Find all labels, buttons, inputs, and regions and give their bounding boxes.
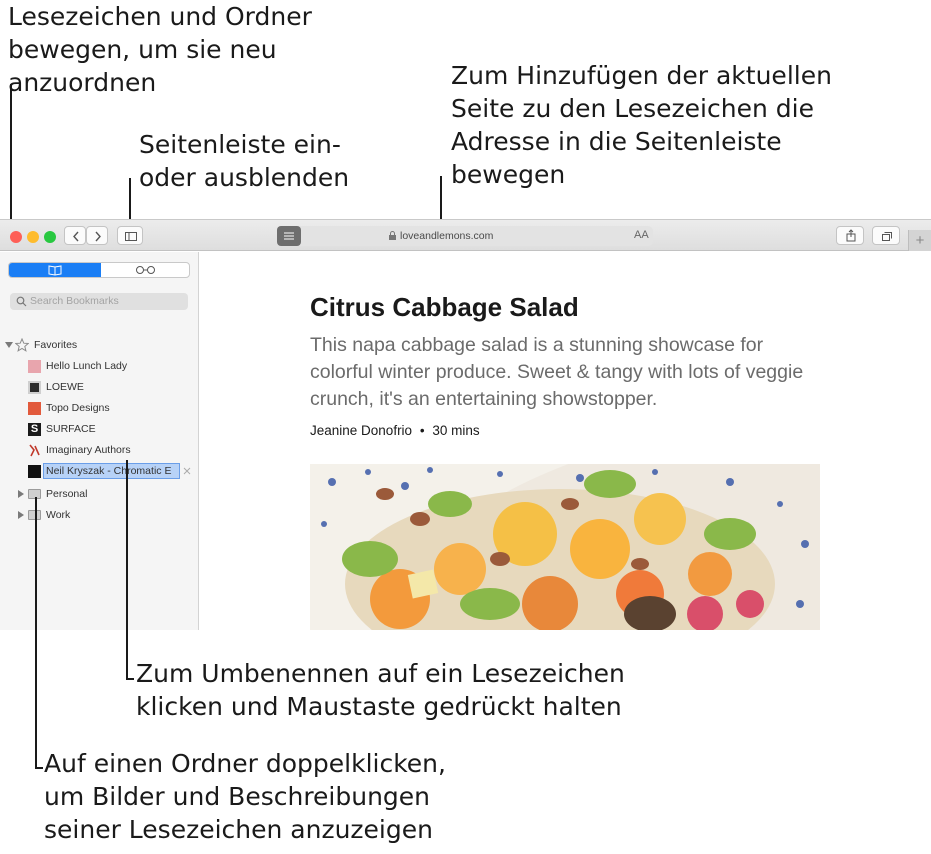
bookmark-label: Imaginary Authors xyxy=(46,444,131,456)
loewe-favicon xyxy=(28,381,41,394)
bookmark-item[interactable]: Topo Designs xyxy=(0,399,199,417)
callout-line-folder xyxy=(35,497,37,769)
article-title: Citrus Cabbage Salad xyxy=(310,292,579,322)
sidebar-icon xyxy=(125,232,137,241)
bookmark-item[interactable]: Hello Lunch Lady xyxy=(0,357,199,375)
favorites-folder[interactable]: Favorites xyxy=(0,336,199,354)
article-author: Jeanine Donofrio xyxy=(310,423,413,438)
lock-icon xyxy=(389,231,396,240)
callout-add-bookmark: Zum Hinzufügen der aktuellen Seite zu de… xyxy=(451,61,832,189)
bookmark-label: SURFACE xyxy=(46,423,96,435)
reading-list-tab[interactable] xyxy=(101,263,189,277)
bookmark-item-editing[interactable]: Neil Kryszak - Chromatic E xyxy=(0,462,199,480)
bookmark-label: Neil Kryszak - Chromatic E xyxy=(46,465,172,477)
folder-label: Work xyxy=(46,509,71,521)
favorites-label: Favorites xyxy=(34,339,78,351)
callout-line-rename xyxy=(126,460,128,680)
zoom-window-button[interactable] xyxy=(44,231,56,243)
imaginary-authors-favicon xyxy=(29,444,40,457)
minimize-window-button[interactable] xyxy=(27,231,39,243)
address-url: loveandlemons.com xyxy=(400,230,494,242)
chevron-right-icon xyxy=(95,231,101,242)
star-icon xyxy=(15,338,29,352)
disclosure-closed-icon[interactable] xyxy=(18,490,24,498)
share-icon xyxy=(846,229,856,242)
callout-open-folder: Auf einen Ordner doppelklicken, um Bilde… xyxy=(44,749,446,844)
meta-separator: • xyxy=(419,423,425,438)
article-duration: 30 mins xyxy=(432,423,480,438)
reader-view-button[interactable] xyxy=(277,226,301,246)
sidebar-toggle-button[interactable] xyxy=(117,226,143,245)
bookmark-item[interactable]: LOEWE xyxy=(0,378,199,396)
bookmark-item[interactable]: Imaginary Authors xyxy=(0,441,199,459)
surface-favicon: S xyxy=(28,423,41,436)
chevron-left-icon xyxy=(73,231,79,242)
search-placeholder: Search Bookmarks xyxy=(30,295,119,307)
forward-button[interactable] xyxy=(86,226,108,245)
callout-line-rename-tick xyxy=(126,678,134,680)
share-button[interactable] xyxy=(836,226,864,245)
back-button[interactable] xyxy=(64,226,86,245)
book-icon xyxy=(48,265,62,276)
glasses-icon xyxy=(136,266,155,274)
callout-move-bookmarks: Lesezeichen und Ordner bewegen, um sie n… xyxy=(8,2,312,97)
search-icon xyxy=(16,296,27,307)
neil-kryszak-favicon xyxy=(28,465,41,478)
text-size-button[interactable]: AA xyxy=(634,229,649,241)
callout-line-folder-tick xyxy=(35,767,43,769)
callout-toggle-sidebar: Seitenleiste ein- oder ausblenden xyxy=(139,130,350,192)
new-tab-button[interactable]: + xyxy=(908,230,931,251)
salad-photo xyxy=(310,464,820,630)
topo-designs-favicon xyxy=(28,402,41,415)
reader-content: Citrus Cabbage Salad This napa cabbage s… xyxy=(200,252,931,630)
search-bookmarks-field[interactable]: Search Bookmarks xyxy=(10,293,188,310)
close-window-button[interactable] xyxy=(10,231,22,243)
toolbar: loveandlemons.com AA + xyxy=(0,220,931,251)
bookmarks-tab[interactable] xyxy=(9,263,101,277)
hello-lunch-lady-favicon xyxy=(28,360,41,373)
disclosure-open-icon xyxy=(5,342,13,348)
safari-window: loveandlemons.com AA + Search Bookmarks xyxy=(0,219,931,630)
article-meta: Jeanine Donofrio • 30 mins xyxy=(310,423,480,438)
bookmark-rename-field[interactable]: Neil Kryszak - Chromatic E xyxy=(43,463,180,479)
bookmark-label: Topo Designs xyxy=(46,402,110,414)
folder-item-personal[interactable]: Personal xyxy=(0,485,199,503)
sidebar-segmented-control xyxy=(8,262,190,278)
disclosure-closed-icon[interactable] xyxy=(18,511,24,519)
reader-icon xyxy=(284,232,294,240)
show-tabs-button[interactable] xyxy=(872,226,900,245)
callout-rename-bookmark: Zum Umbenennen auf ein Lesezeichen klick… xyxy=(136,659,625,721)
folder-label: Personal xyxy=(46,488,88,500)
folder-item-work[interactable]: Work xyxy=(0,506,199,524)
bookmarks-sidebar: Search Bookmarks Favorites Hello Lunch L… xyxy=(0,252,199,630)
clear-text-icon[interactable] xyxy=(183,467,191,475)
bookmark-label: Hello Lunch Lady xyxy=(46,360,128,372)
article-description: This napa cabbage salad is a stunning sh… xyxy=(310,334,804,410)
bookmark-item[interactable]: S SURFACE xyxy=(0,420,199,438)
tabs-overview-icon xyxy=(882,232,892,241)
bookmark-label: LOEWE xyxy=(46,381,84,393)
